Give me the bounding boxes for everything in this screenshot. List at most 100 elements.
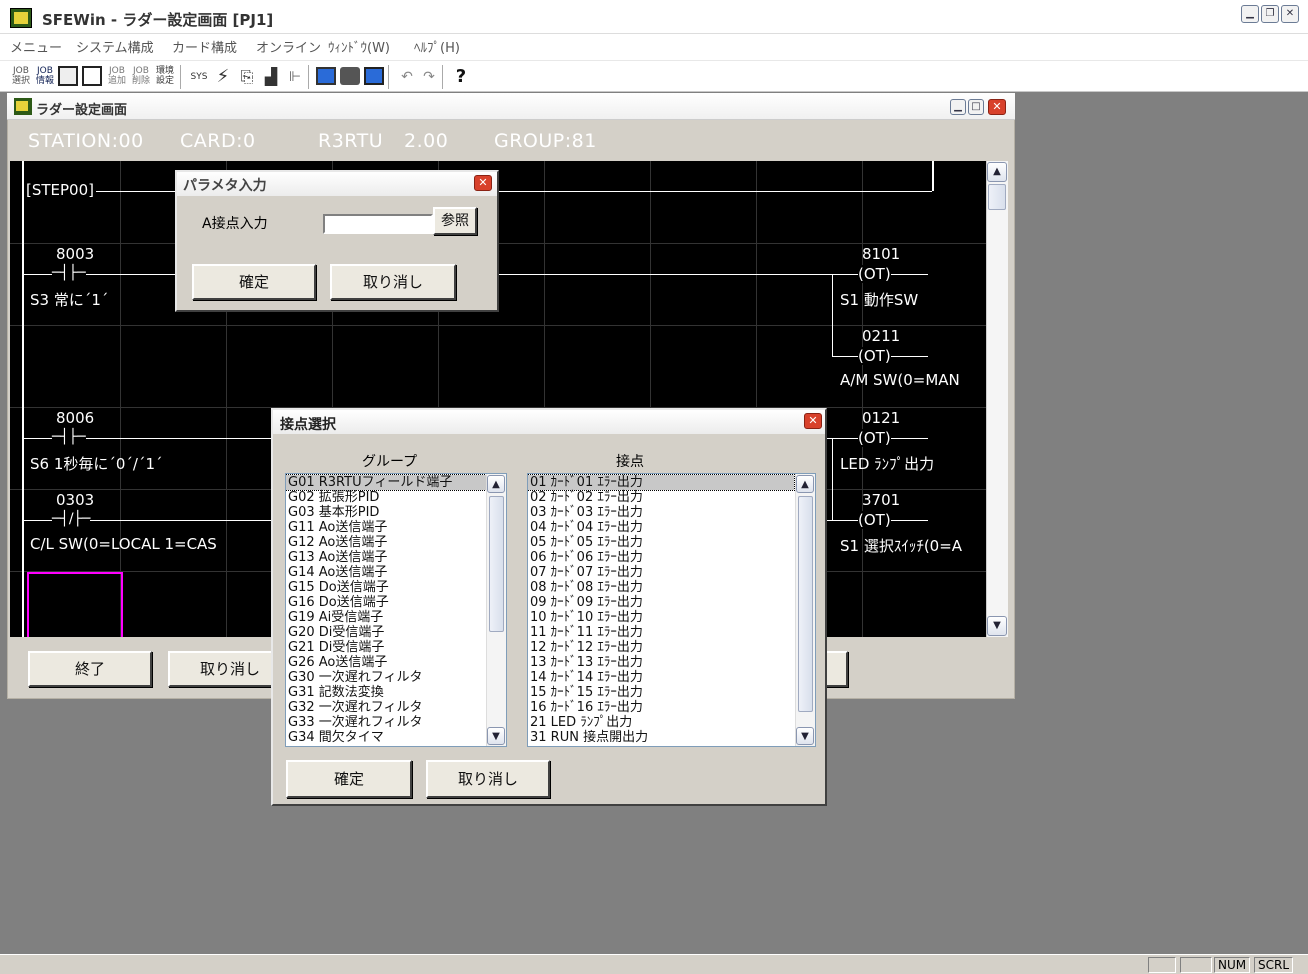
list-item[interactable]: 03 ｶｰﾄﾞ03 ｴﾗｰ出力 bbox=[528, 505, 794, 520]
env-settings-button[interactable]: 環境設定 bbox=[154, 66, 176, 88]
menu-help[interactable]: ﾍﾙﾌﾟ(H) bbox=[414, 37, 460, 56]
scroll-up-icon[interactable]: ▲ bbox=[987, 162, 1007, 182]
close-icon[interactable]: ✕ bbox=[988, 99, 1006, 115]
ladder-scrollbar[interactable] bbox=[986, 161, 1008, 637]
job-info-button[interactable]: JOB情報 bbox=[34, 66, 56, 88]
station-label: STATION:00 bbox=[28, 130, 144, 152]
list-item[interactable]: 09 ｶｰﾄﾞ09 ｴﾗｰ出力 bbox=[528, 595, 794, 610]
list-item[interactable]: G15 Do送信端子 bbox=[286, 580, 486, 595]
list-item[interactable]: 05 ｶｰﾄﾞ05 ｴﾗｰ出力 bbox=[528, 535, 794, 550]
job-select-button[interactable]: JOB選択 bbox=[10, 66, 32, 88]
list-item[interactable]: G34 間欠タイマ bbox=[286, 730, 486, 745]
calculator-icon[interactable] bbox=[58, 66, 78, 86]
list-item[interactable]: 07 ｶｰﾄﾞ07 ｴﾗｰ出力 bbox=[528, 565, 794, 580]
close-icon[interactable]: ✕ bbox=[1281, 5, 1299, 23]
menu-online[interactable]: オンライン bbox=[256, 37, 321, 56]
list-item[interactable]: 15 ｶｰﾄﾞ15 ｴﾗｰ出力 bbox=[528, 685, 794, 700]
list-item[interactable]: G20 Di受信端子 bbox=[286, 625, 486, 640]
scroll-up-icon[interactable]: ▲ bbox=[487, 475, 505, 493]
sys-button[interactable]: SYS bbox=[188, 66, 210, 88]
list-item[interactable]: G14 Ao送信端子 bbox=[286, 565, 486, 580]
lightning-icon[interactable]: ⚡ bbox=[212, 66, 234, 88]
contact-symbol[interactable]: ─┤├─ bbox=[52, 429, 86, 445]
monitor-icon[interactable] bbox=[316, 67, 336, 85]
document-icon[interactable] bbox=[82, 66, 102, 86]
scroll-down-icon[interactable]: ▼ bbox=[487, 727, 505, 745]
coil-symbol[interactable]: (OT) bbox=[858, 265, 891, 283]
list-item[interactable]: 14 ｶｰﾄﾞ14 ｴﾗｰ出力 bbox=[528, 670, 794, 685]
scroll-down-icon[interactable]: ▼ bbox=[987, 616, 1007, 636]
list-item[interactable]: G32 一次遅れフィルタ bbox=[286, 700, 486, 715]
list-item[interactable]: 04 ｶｰﾄﾞ04 ｴﾗｰ出力 bbox=[528, 520, 794, 535]
end-button[interactable]: 終了 bbox=[28, 651, 152, 687]
list-item[interactable]: G21 Di受信端子 bbox=[286, 640, 486, 655]
job-delete-button[interactable]: JOB削除 bbox=[130, 66, 152, 88]
menu-main[interactable]: メニュー bbox=[10, 37, 62, 56]
list-item[interactable]: G01 R3RTUフィールド端子 bbox=[286, 474, 487, 491]
close-icon[interactable]: ✕ bbox=[474, 175, 492, 191]
scroll-down-icon[interactable]: ▼ bbox=[796, 727, 814, 745]
list-item[interactable]: G13 Ao送信端子 bbox=[286, 550, 486, 565]
list-item[interactable]: 13 ｶｰﾄﾞ13 ｴﾗｰ出力 bbox=[528, 655, 794, 670]
coil-symbol[interactable]: (OT) bbox=[858, 347, 891, 365]
list-item[interactable]: 06 ｶｰﾄﾞ06 ｴﾗｰ出力 bbox=[528, 550, 794, 565]
list-item[interactable]: 16 ｶｰﾄﾞ16 ｴﾗｰ出力 bbox=[528, 700, 794, 715]
list-item[interactable]: G11 Ao送信端子 bbox=[286, 520, 486, 535]
minimize-icon[interactable]: ▁ bbox=[950, 99, 966, 115]
list-item[interactable]: G19 Ai受信端子 bbox=[286, 610, 486, 625]
list-item[interactable]: G26 Ao送信端子 bbox=[286, 655, 486, 670]
scroll-up-icon[interactable]: ▲ bbox=[796, 475, 814, 493]
paste-icon[interactable]: ▟ bbox=[260, 66, 282, 88]
redo-icon[interactable]: ↷ bbox=[418, 66, 440, 88]
step-label[interactable]: [STEP00] bbox=[24, 181, 96, 199]
minimize-icon[interactable]: ▁ bbox=[1241, 5, 1259, 23]
coil-comment: LED ﾗﾝﾌﾟ出力 bbox=[840, 455, 935, 473]
ladder-icon[interactable]: ⊩ bbox=[284, 66, 306, 88]
list-item[interactable]: G12 Ao送信端子 bbox=[286, 535, 486, 550]
maximize-icon[interactable]: □ bbox=[968, 99, 984, 115]
copy-icon[interactable]: ⎘ bbox=[236, 66, 258, 88]
list-item[interactable]: 01 ｶｰﾄﾞ01 ｴﾗｰ出力 bbox=[528, 474, 795, 491]
menu-window[interactable]: ｳｨﾝﾄﾞｳ(W) bbox=[328, 37, 390, 56]
scroll-thumb[interactable] bbox=[489, 496, 504, 632]
menu-card-config[interactable]: カード構成 bbox=[172, 37, 237, 56]
param-cancel-button[interactable]: 取り消し bbox=[330, 264, 456, 300]
close-icon[interactable]: ✕ bbox=[804, 413, 822, 429]
list-item[interactable]: G03 基本形PID bbox=[286, 505, 486, 520]
job-add-button[interactable]: JOB追加 bbox=[106, 66, 128, 88]
help-icon[interactable]: ? bbox=[450, 66, 472, 88]
contact-symbol[interactable]: ─┤/├─ bbox=[52, 511, 91, 527]
restore-icon[interactable]: ❐ bbox=[1261, 5, 1279, 23]
coil-symbol[interactable]: (OT) bbox=[858, 511, 891, 529]
display-icon[interactable] bbox=[340, 67, 360, 85]
list-item[interactable]: G16 Do送信端子 bbox=[286, 595, 486, 610]
scroll-thumb[interactable] bbox=[798, 496, 813, 712]
list-item[interactable]: 21 LED ﾗﾝﾌﾟ出力 bbox=[528, 715, 794, 730]
menu-system-config[interactable]: システム構成 bbox=[76, 37, 154, 56]
contact-symbol[interactable]: ─┤├─ bbox=[52, 265, 86, 281]
contact-input-field[interactable] bbox=[323, 214, 433, 234]
contact-scrollbar[interactable]: ▲ ▼ bbox=[795, 474, 815, 746]
toolbar-separator bbox=[180, 65, 182, 89]
list-item[interactable]: 10 ｶｰﾄﾞ10 ｴﾗｰ出力 bbox=[528, 610, 794, 625]
list-item[interactable]: G30 一次遅れフィルタ bbox=[286, 670, 486, 685]
contact-listbox[interactable]: 01 ｶｰﾄﾞ01 ｴﾗｰ出力 02 ｶｰﾄﾞ02 ｴﾗｰ出力 03 ｶｰﾄﾞ03 … bbox=[527, 473, 816, 747]
list-item[interactable]: G02 拡張形PID bbox=[286, 490, 486, 505]
scroll-thumb[interactable] bbox=[988, 184, 1006, 210]
group-scrollbar[interactable]: ▲ ▼ bbox=[486, 474, 506, 746]
list-item[interactable]: G31 記数法変換 bbox=[286, 685, 486, 700]
list-item[interactable]: 12 ｶｰﾄﾞ12 ｴﾗｰ出力 bbox=[528, 640, 794, 655]
list-item[interactable]: 11 ｶｰﾄﾞ11 ｴﾗｰ出力 bbox=[528, 625, 794, 640]
browse-button[interactable]: 参照 bbox=[433, 207, 477, 235]
param-ok-button[interactable]: 確定 bbox=[192, 264, 316, 300]
list-item[interactable]: 02 ｶｰﾄﾞ02 ｴﾗｰ出力 bbox=[528, 490, 794, 505]
list-item[interactable]: G33 一次遅れフィルタ bbox=[286, 715, 486, 730]
list-item[interactable]: 08 ｶｰﾄﾞ08 ｴﾗｰ出力 bbox=[528, 580, 794, 595]
contact-ok-button[interactable]: 確定 bbox=[286, 760, 412, 798]
undo-icon[interactable]: ↶ bbox=[396, 66, 418, 88]
coil-symbol[interactable]: (OT) bbox=[858, 429, 891, 447]
group-listbox[interactable]: G01 R3RTUフィールド端子 G02 拡張形PID G03 基本形PID G11 … bbox=[285, 473, 507, 747]
list-item[interactable]: 31 RUN 接点開出力 bbox=[528, 730, 794, 745]
window-icon[interactable] bbox=[364, 67, 384, 85]
contact-cancel-button[interactable]: 取り消し bbox=[426, 760, 550, 798]
